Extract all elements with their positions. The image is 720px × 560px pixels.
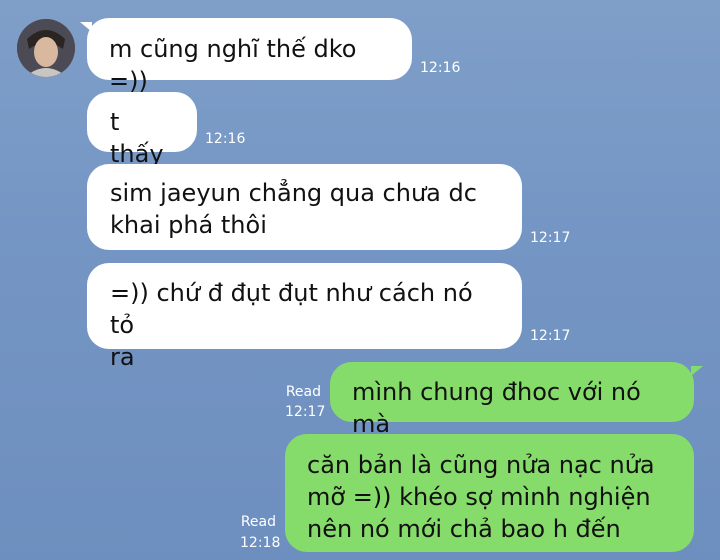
- message-timestamp: 12:18: [240, 535, 281, 551]
- message-text-line: nên nó mới chả bao h đến: [307, 515, 621, 543]
- message-timestamp: 12:17: [530, 230, 571, 246]
- message-bubble-incoming[interactable]: =)) chứ đ đụt đụt như cách nó tỏ ra: [87, 263, 522, 371]
- message-text-line: sim jaeyun chẳng qua chưa dc: [110, 179, 477, 207]
- message-text-line: mỡ =)) khéo sợ mình nghiện: [307, 483, 651, 511]
- message-timestamp: 12:17: [285, 404, 326, 420]
- message-text: t thấy: [110, 108, 164, 168]
- message-timestamp: 12:16: [205, 131, 246, 147]
- message-text: mình chung đhoc với nó mà: [352, 378, 641, 438]
- message-bubble-incoming[interactable]: sim jaeyun chẳng qua chưa dc khai phá th…: [87, 164, 522, 250]
- message-timestamp: 12:17: [530, 328, 571, 344]
- message-text-line: căn bản là cũng nửa nạc nửa: [307, 451, 655, 479]
- read-receipt: Read: [285, 384, 321, 400]
- person-avatar-icon: [17, 19, 75, 77]
- message-bubble-incoming[interactable]: t thấy: [87, 92, 197, 168]
- message-bubble-outgoing[interactable]: căn bản là cũng nửa nạc nửa mỡ =)) khéo …: [285, 434, 694, 552]
- contact-avatar[interactable]: [17, 19, 75, 77]
- outgoing-bubble-tail: [691, 366, 703, 376]
- read-receipt: Read: [240, 514, 276, 530]
- message-text-line: =)) chứ đ đụt đụt như cách nó tỏ: [110, 279, 473, 339]
- message-text: m cũng nghĩ thế dko =)): [109, 35, 357, 95]
- message-timestamp: 12:16: [420, 60, 461, 76]
- message-text-line: khai phá thôi: [110, 211, 267, 239]
- message-bubble-incoming[interactable]: m cũng nghĩ thế dko =)): [87, 18, 412, 95]
- message-bubble-outgoing[interactable]: mình chung đhoc với nó mà: [330, 362, 694, 438]
